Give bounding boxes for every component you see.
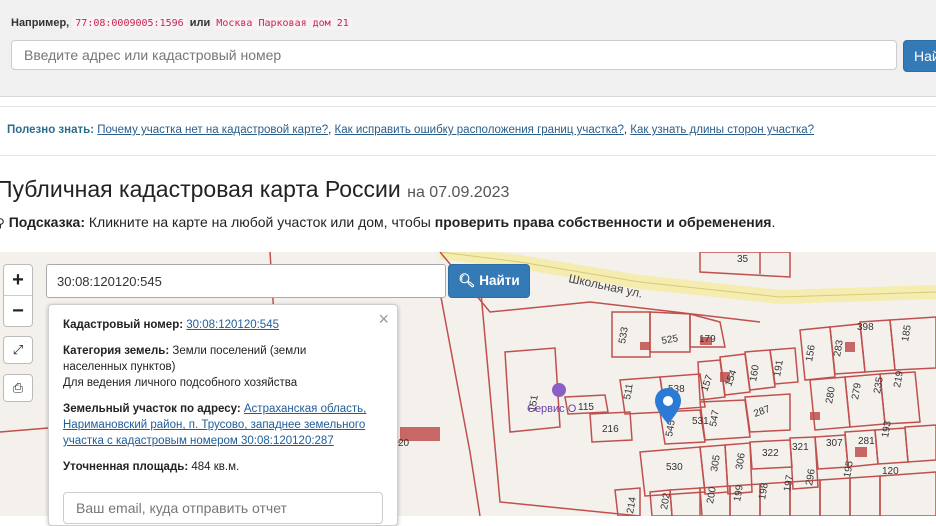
address-row: Земельный участок по адресу: Астраханска… — [63, 401, 366, 417]
address-label: Земельный участок по адресу: — [63, 403, 241, 415]
parcel-label[interactable]: 115 — [578, 402, 594, 413]
faq-link-fix-boundary[interactable]: Как исправить ошибку расположения границ… — [335, 124, 624, 136]
parcel-label[interactable]: 306 — [734, 452, 748, 471]
address-search-input[interactable] — [11, 40, 897, 70]
cadastral-number-row: Кадастровый номер: 30:08:120120:545 — [63, 317, 279, 333]
parcel-label[interactable]: 185 — [900, 324, 914, 343]
zoom-out-button[interactable]: − — [4, 296, 32, 326]
address-link-line2[interactable]: Наримановский район, п. Трусово, западне… — [63, 419, 365, 431]
parcel-label[interactable]: 235 — [872, 376, 886, 395]
parcel-label[interactable]: 287 — [752, 404, 772, 420]
parcel-label[interactable]: 283 — [832, 339, 846, 358]
example-or: или — [189, 17, 211, 29]
land-category-row: Категория земель: Земли поселений (земли — [63, 343, 306, 359]
parcel-label[interactable]: 533 — [617, 326, 631, 345]
faq-bar: Полезно знать: Почему участка нет на кад… — [0, 106, 936, 156]
hint-end: . — [771, 214, 776, 230]
find-button[interactable]: 🔍︎ Найти — [448, 264, 530, 298]
parcel-label[interactable]: 197 — [782, 474, 796, 493]
parcel-label[interactable]: 525 — [661, 333, 680, 347]
close-icon[interactable]: × — [378, 309, 389, 330]
area-row: Уточненная площадь: 484 кв.м. — [63, 459, 239, 475]
parcel-label[interactable]: 511 — [622, 382, 636, 400]
permitted-use: Для ведения личного подсобного хозяйства — [63, 377, 298, 389]
area-value: 484 кв.м. — [191, 461, 240, 473]
parcel-label[interactable]: 198 — [757, 482, 771, 501]
parcel-label[interactable]: 20 — [398, 438, 410, 449]
page-title-text: Публичная кадастровая карта России — [0, 176, 401, 202]
parcel-label[interactable]: 531 — [692, 416, 709, 427]
top-search-bar: Например, 77:08:0009005:1596 или Москва … — [0, 0, 936, 97]
email-field[interactable] — [63, 492, 383, 524]
category-label: Категория земель: — [63, 345, 170, 357]
parcel-label[interactable]: 214 — [625, 496, 639, 515]
parcel-label[interactable]: 35 — [737, 254, 749, 265]
hint-icon: ⚲ — [0, 216, 5, 230]
search-button[interactable]: Найти — [903, 40, 936, 72]
parcel-label[interactable]: 216 — [602, 424, 619, 435]
parcel-label[interactable]: 154 — [723, 368, 739, 388]
faq-line: Полезно знать: Почему участка нет на кад… — [7, 124, 815, 136]
find-button-label: Найти — [479, 273, 520, 288]
example-address[interactable]: Москва Парковая дом 21 — [213, 17, 352, 30]
parcel-label[interactable]: 199 — [732, 484, 746, 503]
service-poi-icon[interactable] — [552, 383, 566, 397]
page-date: на 07.09.2023 — [407, 184, 510, 201]
area-label: Уточненная площадь: — [63, 461, 189, 473]
parcel-label[interactable]: 296 — [804, 468, 818, 487]
parcel-label[interactable]: 322 — [762, 448, 779, 459]
parcel-label[interactable]: 156 — [804, 344, 818, 363]
zoom-control: + − — [3, 264, 33, 327]
parcel-label[interactable]: 191 — [772, 359, 786, 378]
parcel-label[interactable]: 179 — [699, 334, 716, 345]
parcel-label[interactable]: 530 — [666, 462, 683, 473]
category-value-cont: населенных пунктов) — [63, 361, 176, 373]
fullscreen-button[interactable]: ⤢ — [3, 336, 33, 364]
parcel-label[interactable]: 398 — [857, 322, 874, 333]
example-label: Например, — [11, 17, 70, 29]
hint: ⚲ Подсказка: Кликните на карте на любой … — [0, 214, 775, 230]
parcel-label[interactable]: 193 — [880, 420, 894, 439]
parcel-label[interactable]: 219 — [892, 370, 906, 389]
cad-label: Кадастровый номер: — [63, 319, 184, 331]
hint-bold-text: проверить права собственности и обремене… — [434, 214, 772, 230]
zoom-in-button[interactable]: + — [4, 265, 32, 295]
example-cadastral-number[interactable]: 77:08:0009005:1596 — [72, 17, 187, 30]
faq-link-missing-parcel[interactable]: Почему участка нет на кадастровой карте? — [97, 124, 328, 136]
parcel-label[interactable]: 321 — [792, 442, 809, 453]
address-link-line1[interactable]: Астраханская область, — [244, 403, 366, 415]
print-icon: ⎙ — [12, 380, 24, 395]
search-example: Например, 77:08:0009005:1596 или Москва … — [11, 17, 352, 30]
parcel-label[interactable]: 200 — [705, 486, 719, 505]
parcel-label[interactable]: 547 — [708, 409, 722, 428]
address-link-line3[interactable]: участка с кадастровым номером 30:08:1201… — [63, 435, 334, 447]
expand-icon: ⤢ — [12, 342, 24, 357]
service-poi-label[interactable]: Сервис О — [527, 403, 577, 415]
cad-number-link[interactable]: 30:08:120120:545 — [186, 319, 279, 331]
parcel-label[interactable]: 160 — [748, 364, 762, 383]
search-icon: 🔍︎ — [458, 273, 476, 288]
parcel-label[interactable]: 305 — [709, 454, 723, 473]
parcel-label[interactable]: 279 — [850, 382, 864, 401]
hint-text: Кликните на карте на любой участок или д… — [88, 214, 431, 230]
faq-link-side-lengths[interactable]: Как узнать длины сторон участка? — [630, 124, 814, 136]
parcel-label[interactable]: 120 — [882, 466, 899, 477]
page-title: Публичная кадастровая карта России на 07… — [0, 176, 509, 203]
parcel-label[interactable]: 195 — [842, 460, 856, 479]
cadastral-number-input[interactable] — [46, 264, 446, 298]
hint-label: Подсказка: — [8, 214, 85, 230]
parcel-label[interactable]: 280 — [824, 386, 838, 405]
map-pin-icon[interactable] — [655, 388, 681, 424]
parcel-label[interactable]: 307 — [826, 438, 843, 449]
parcel-label[interactable]: 281 — [858, 436, 875, 447]
print-button[interactable]: ⎙ — [3, 374, 33, 402]
parcel-label[interactable]: 157 — [699, 373, 715, 393]
faq-label: Полезно знать: — [7, 124, 95, 136]
category-value: Земли поселений (земли — [172, 345, 307, 357]
parcel-info-popup: × Кадастровый номер: 30:08:120120:545 Ка… — [48, 304, 398, 526]
